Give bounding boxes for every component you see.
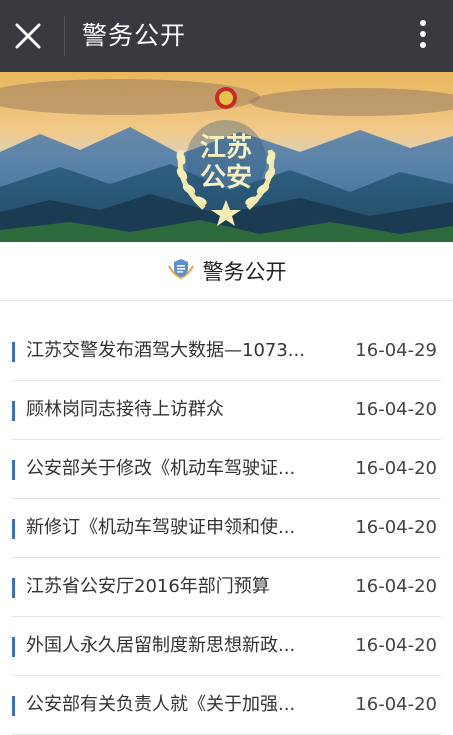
list-item-title: 顾林岗同志接待上访群众 <box>26 399 224 420</box>
list-item-marker <box>12 519 15 539</box>
list-item-date: 16-04-20 <box>355 576 437 597</box>
list-item-date: 16-04-20 <box>355 399 437 420</box>
list-item-marker <box>12 637 15 657</box>
list-item-date: 16-04-29 <box>355 340 437 361</box>
more-options-icon[interactable] <box>417 20 429 52</box>
list-item[interactable]: 江苏省公安厅2016年部门预算 16-04-20 <box>12 558 441 617</box>
list-item-marker <box>12 696 15 716</box>
list-item[interactable]: 外国人永久居留制度新思想新政... 16-04-20 <box>12 617 441 676</box>
emblem-text-bottom: 公安 <box>200 163 252 193</box>
list-item[interactable]: 新修订《机动车驾驶证申领和使... 16-04-20 <box>12 499 441 558</box>
police-badge-icon <box>167 256 195 286</box>
list-item-title: 公安部关于修改《机动车驾驶证... <box>26 458 296 479</box>
list-item-marker <box>12 401 15 421</box>
section-header: 警务公开 <box>0 242 453 301</box>
list-item-title: 江苏交警发布酒驾大数据—1073... <box>26 340 305 361</box>
list-item-marker <box>12 342 15 362</box>
list-item-title: 外国人永久居留制度新思想新政... <box>26 635 296 656</box>
list-item-marker <box>12 460 15 480</box>
list-item-date: 16-04-20 <box>355 517 437 538</box>
news-list: 江苏交警发布酒驾大数据—1073... 16-04-29 顾林岗同志接待上访群众… <box>0 322 453 735</box>
section-title: 警务公开 <box>202 260 287 284</box>
list-item-title: 江苏省公安厅2016年部门预算 <box>26 576 270 597</box>
list-item-title: 新修订《机动车驾驶证申领和使... <box>26 517 296 538</box>
list-item-title: 公安部有关负责人就《关于加强... <box>26 694 296 715</box>
banner-image: 江苏 公安 <box>0 72 453 242</box>
list-item-date: 16-04-20 <box>355 458 437 479</box>
list-item[interactable]: 公安部有关负责人就《关于加强... 16-04-20 <box>12 676 441 735</box>
list-item[interactable]: 公安部关于修改《机动车驾驶证... 16-04-20 <box>12 440 441 499</box>
top-bar: 警务公开 <box>0 0 453 72</box>
close-icon[interactable] <box>14 22 42 50</box>
header-divider <box>64 16 65 56</box>
list-item-marker <box>12 578 15 598</box>
list-item-date: 16-04-20 <box>355 635 437 656</box>
list-item[interactable]: 江苏交警发布酒驾大数据—1073... 16-04-29 <box>12 322 441 381</box>
emblem-text-top: 江苏 <box>200 133 252 163</box>
page-title: 警务公开 <box>82 21 187 50</box>
list-item-date: 16-04-20 <box>355 694 437 715</box>
list-item[interactable]: 顾林岗同志接待上访群众 16-04-20 <box>12 381 441 440</box>
